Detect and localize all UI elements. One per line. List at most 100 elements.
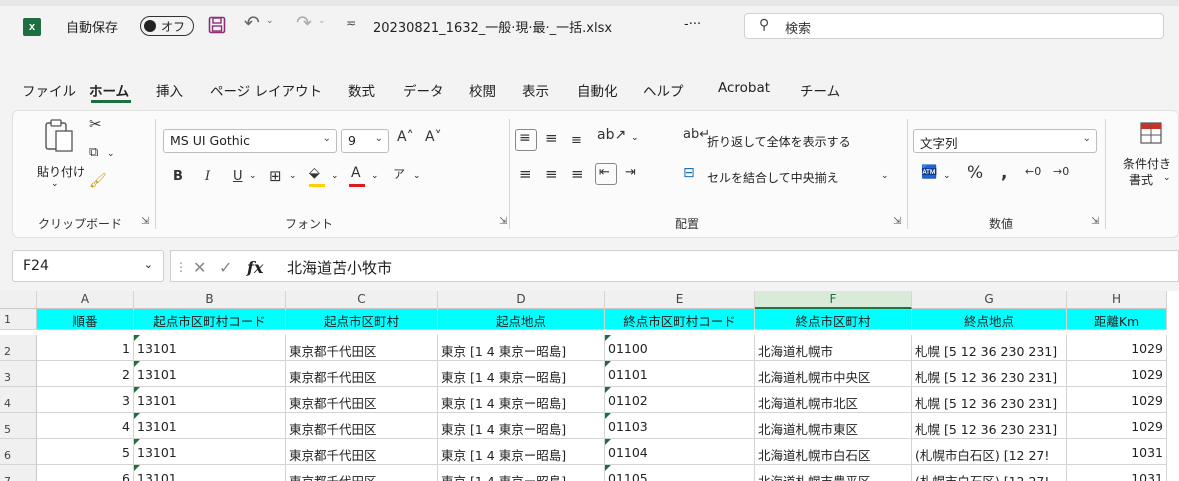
font-color-dropdown-icon[interactable]: ⌄ [371, 171, 379, 181]
formula-input[interactable]: ⋮ ✕ ✓ fx 北海道苫小牧市 [170, 250, 1179, 282]
table-cell[interactable]: 6 [37, 465, 134, 481]
accounting-format-icon[interactable]: 🏧 [921, 165, 937, 180]
copy-icon[interactable]: ⧉ [89, 145, 98, 160]
row-header[interactable]: 4 [0, 387, 37, 413]
tab-help[interactable]: ヘルプ [643, 80, 684, 100]
table-cell[interactable]: 札幌 [5 12 36 230 231] [912, 361, 1067, 387]
increase-font-icon[interactable]: A˄ [397, 129, 414, 145]
tab-formulas[interactable]: 数式 [348, 80, 375, 100]
tab-data[interactable]: データ [403, 80, 444, 100]
merge-center-icon[interactable]: ⊟ [683, 165, 695, 181]
table-cell[interactable]: 13101 [134, 361, 286, 387]
table-cell[interactable]: 札幌 [5 12 36 230 231] [912, 413, 1067, 439]
italic-icon[interactable]: I [205, 169, 210, 184]
table-cell[interactable]: 1031 [1067, 465, 1167, 481]
table-cell[interactable]: (札幌市白石区) [12 27! [912, 465, 1067, 481]
select-all-corner[interactable] [0, 291, 37, 309]
format-painter-icon[interactable]: 🖌 [89, 173, 107, 189]
table-cell[interactable]: 1029 [1067, 335, 1167, 361]
paste-icon[interactable] [43, 117, 75, 155]
merge-dropdown-icon[interactable]: ⌄ [881, 171, 889, 181]
borders-icon[interactable]: ⊞ [269, 167, 282, 185]
bold-icon[interactable]: B [173, 169, 183, 184]
paste-dropdown-icon[interactable]: ⌄ [51, 179, 59, 189]
align-middle-icon[interactable]: ≡ [545, 129, 558, 147]
save-icon[interactable] [208, 16, 226, 34]
table-cell[interactable]: 北海道札幌市北区 [755, 387, 912, 413]
phonetic-guide-icon[interactable]: ア [393, 165, 405, 182]
increase-indent-icon[interactable]: ⇥ [625, 165, 636, 180]
column-title-cell[interactable]: 終点地点 [912, 309, 1067, 330]
number-format-select[interactable]: 文字列 ⌄ [913, 129, 1097, 153]
borders-dropdown-icon[interactable]: ⌄ [289, 171, 297, 181]
table-cell[interactable]: (札幌市白石区) [12 27! [912, 439, 1067, 465]
column-header-a[interactable]: A [37, 291, 134, 309]
table-cell[interactable]: 北海道札幌市豊平区 [755, 465, 912, 481]
table-cell[interactable]: 13101 [134, 387, 286, 413]
table-cell[interactable]: 01100 [605, 335, 755, 361]
row-header[interactable]: 3 [0, 361, 37, 387]
table-cell[interactable]: 東京 [1 4 東京ー昭島] [438, 361, 605, 387]
conditional-formatting-icon[interactable] [1139, 121, 1163, 145]
wrap-text-button[interactable]: 折り返して全体を表示する [707, 133, 851, 150]
table-cell[interactable]: 13101 [134, 335, 286, 361]
table-cell[interactable]: 01101 [605, 361, 755, 387]
column-title-cell[interactable]: 起点市区町村 [286, 309, 438, 330]
fill-color-icon[interactable]: ⬙ [309, 165, 320, 181]
merge-center-button[interactable]: セルを結合して中央揃え [707, 169, 839, 186]
table-cell[interactable]: 東京 [1 4 東京ー昭島] [438, 335, 605, 361]
align-top-button[interactable]: ≡ [515, 129, 537, 151]
align-center-icon[interactable]: ≡ [545, 165, 558, 183]
tab-insert[interactable]: 挿入 [156, 80, 183, 100]
table-cell[interactable]: 札幌 [5 12 36 230 231] [912, 387, 1067, 413]
decrease-indent-button[interactable]: ⇤ [595, 163, 617, 185]
table-cell[interactable]: 01105 [605, 465, 755, 481]
table-cell[interactable]: 1031 [1067, 439, 1167, 465]
copy-dropdown-icon[interactable]: ⌄ [107, 149, 115, 159]
tab-page-layout[interactable]: ページ レイアウト [210, 80, 322, 100]
table-cell[interactable]: 1029 [1067, 387, 1167, 413]
table-cell[interactable]: 札幌 [5 12 36 230 231] [912, 335, 1067, 361]
percent-icon[interactable]: % [967, 163, 983, 183]
table-cell[interactable]: 東京都千代田区 [286, 439, 438, 465]
conditional-dropdown-icon[interactable]: ⌄ [1163, 173, 1171, 183]
paste-label[interactable]: 貼り付け [37, 163, 85, 180]
row-header[interactable]: 2 [0, 335, 37, 361]
table-cell[interactable]: 東京 [1 4 東京ー昭島] [438, 439, 605, 465]
alignment-launcher-icon[interactable]: ⇲ [893, 216, 901, 227]
phonetic-dropdown-icon[interactable]: ⌄ [413, 171, 421, 181]
column-title-cell[interactable]: 起点地点 [438, 309, 605, 330]
tab-team[interactable]: チーム [800, 80, 840, 100]
table-cell[interactable]: 01103 [605, 413, 755, 439]
table-cell[interactable]: 東京都千代田区 [286, 361, 438, 387]
table-cell[interactable]: 東京都千代田区 [286, 465, 438, 481]
row-header[interactable]: 6 [0, 439, 37, 465]
tab-review[interactable]: 校閲 [469, 80, 496, 100]
customize-toolbar-icon[interactable]: ≂ [346, 16, 356, 30]
table-cell[interactable]: 3 [37, 387, 134, 413]
cancel-icon[interactable]: ✕ [193, 258, 206, 277]
table-cell[interactable]: 北海道札幌市中央区 [755, 361, 912, 387]
table-cell[interactable]: 東京都千代田区 [286, 387, 438, 413]
accounting-dropdown-icon[interactable]: ⌄ [943, 171, 951, 181]
font-size-select[interactable]: 9 ⌄ [341, 129, 389, 153]
tab-automate[interactable]: 自動化 [577, 80, 618, 100]
column-header-f[interactable]: F [755, 291, 912, 309]
orientation-dropdown-icon[interactable]: ⌄ [631, 133, 639, 143]
decrease-font-icon[interactable]: A˅ [425, 129, 442, 145]
column-header-g[interactable]: G [912, 291, 1067, 309]
fill-color-dropdown-icon[interactable]: ⌄ [331, 171, 339, 181]
column-title-cell[interactable]: 起点市区町村コード [134, 309, 286, 330]
comma-style-icon[interactable]: , [1001, 163, 1007, 183]
table-cell[interactable]: 北海道札幌市白石区 [755, 439, 912, 465]
column-header-b[interactable]: B [134, 291, 286, 309]
orientation-icon[interactable]: ab↗ [597, 127, 626, 143]
insert-function-icon[interactable]: fx [247, 258, 263, 277]
tab-acrobat[interactable]: Acrobat [718, 80, 770, 96]
column-header-e[interactable]: E [605, 291, 755, 309]
font-name-select[interactable]: MS UI Gothic ⌄ [163, 129, 337, 153]
table-cell[interactable]: 13101 [134, 413, 286, 439]
undo-dropdown-icon[interactable]: ⌄ [266, 16, 274, 26]
table-cell[interactable]: 東京都千代田区 [286, 335, 438, 361]
row-header[interactable]: 1 [0, 309, 37, 330]
